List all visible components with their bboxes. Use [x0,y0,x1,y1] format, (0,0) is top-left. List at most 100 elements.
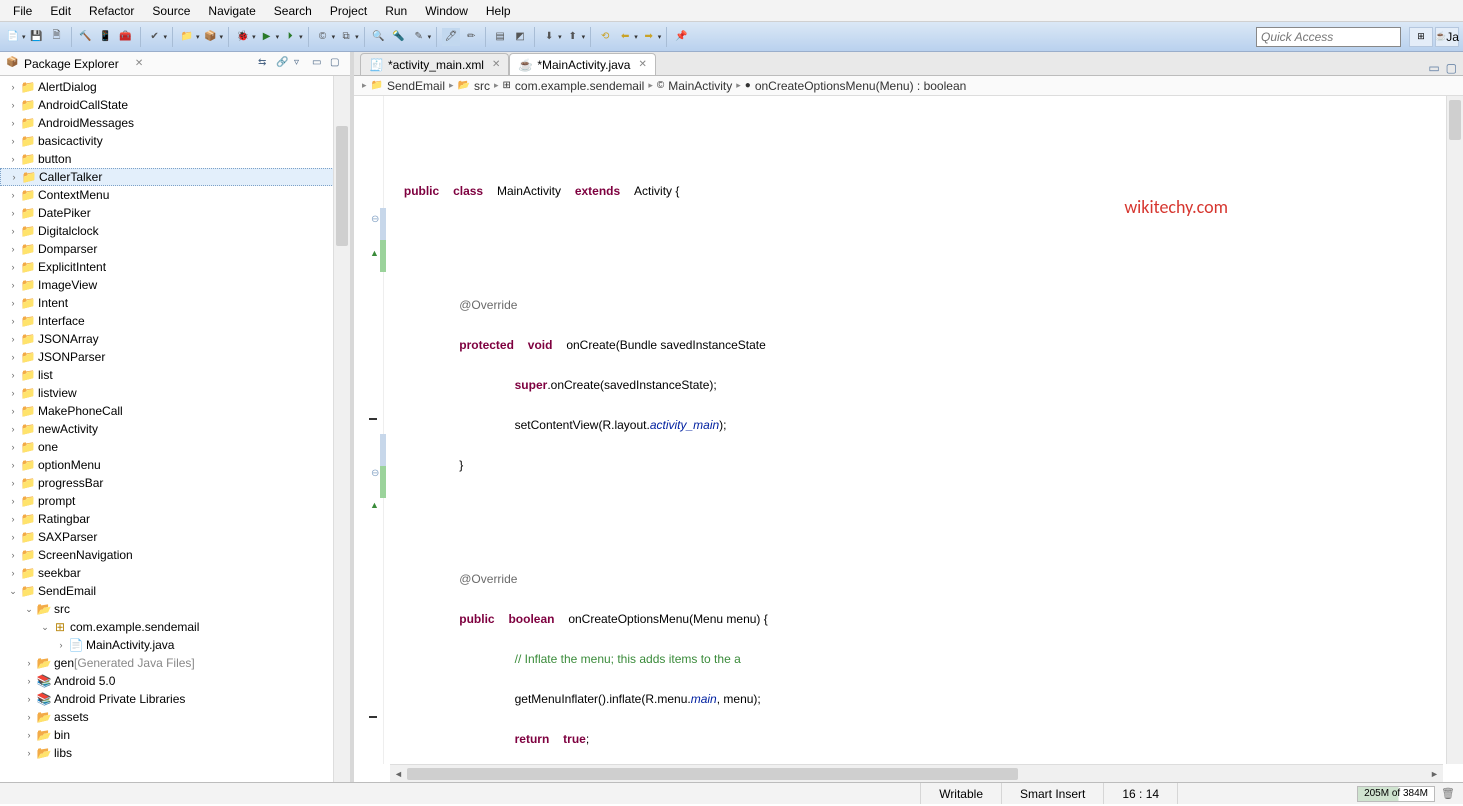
tree-twistie-icon[interactable]: › [22,712,36,722]
tree-twistie-icon[interactable]: › [6,550,20,560]
back-icon[interactable]: ⬅ [616,28,634,46]
tree-twistie-icon[interactable]: › [6,460,20,470]
fold-icon[interactable]: ⊖ [371,468,379,479]
editor-hscroll[interactable]: ◄ ► [390,764,1443,782]
quick-access-input[interactable] [1256,27,1401,47]
tree-item[interactable]: ›📁Interface [0,312,350,330]
tree-item[interactable]: ›📂bin [0,726,350,744]
minimize-icon[interactable]: ▭ [312,57,326,71]
tree-twistie-icon[interactable]: › [22,676,36,686]
tree-item[interactable]: ›📁basicactivity [0,132,350,150]
tree-item[interactable]: ›📁Domparser [0,240,350,258]
gc-icon[interactable]: 🗑 [1441,787,1457,800]
sdk-icon[interactable]: 📱 [97,28,115,46]
breadcrumb-item[interactable]: SendEmail [387,79,445,93]
debug-icon[interactable]: 🐞 [234,28,252,46]
tree-twistie-icon[interactable]: ⌄ [38,622,52,633]
tree-twistie-icon[interactable]: › [6,388,20,398]
minimize-editor-icon[interactable]: ▭ [1428,61,1439,75]
code-body[interactable]: public class MainActivity extends Activi… [390,96,1443,764]
breadcrumb-item[interactable]: MainActivity [668,79,732,93]
toggle-mark-icon[interactable]: 🖊 [442,28,460,46]
run-last-icon[interactable]: ⏵ [281,28,299,46]
tree-item[interactable]: ›📂assets [0,708,350,726]
new-plugin-icon[interactable]: ⧉ [337,28,355,46]
project-tree[interactable]: ›📁AlertDialog›📁AndroidCallState›📁Android… [0,76,350,782]
tree-twistie-icon[interactable]: › [22,694,36,704]
tree-twistie-icon[interactable]: › [6,244,20,254]
prev-ann-icon[interactable]: ⬆ [564,28,582,46]
maximize-icon[interactable]: ▢ [330,57,344,71]
tree-twistie-icon[interactable]: › [7,172,21,182]
tree-item[interactable]: ›📄MainActivity.java [0,636,350,654]
search-icon[interactable]: 🔦 [390,28,408,46]
scroll-right-icon[interactable]: ► [1426,766,1443,782]
close-view-icon[interactable]: ✕ [135,58,143,69]
tree-twistie-icon[interactable]: › [22,730,36,740]
tree-item[interactable]: ›📁Intent [0,294,350,312]
tree-item[interactable]: ›📁JSONParser [0,348,350,366]
tree-twistie-icon[interactable]: › [6,226,20,236]
tree-item[interactable]: ›📁ContextMenu [0,186,350,204]
menu-source[interactable]: Source [143,2,199,20]
tree-twistie-icon[interactable]: › [6,424,20,434]
menu-refactor[interactable]: Refactor [80,2,143,20]
run-icon[interactable]: ▶ [258,28,276,46]
tree-item[interactable]: ›📁ImageView [0,276,350,294]
tree-item[interactable]: ›📁prompt [0,492,350,510]
menu-project[interactable]: Project [321,2,376,20]
new-class-icon[interactable]: © [314,28,332,46]
breadcrumb-bar[interactable]: ▸📁 SendEmail▸📂 src▸⊞ com.example.sendema… [354,76,1463,96]
tree-item[interactable]: ⌄📂src [0,600,350,618]
scroll-left-icon[interactable]: ◄ [390,766,407,782]
build-icon[interactable]: 🔨 [77,28,95,46]
tree-twistie-icon[interactable]: › [22,658,36,668]
tree-item[interactable]: ›📁ExplicitIntent [0,258,350,276]
tree-item[interactable]: ›📁Digitalclock [0,222,350,240]
tree-item[interactable]: ›📁progressBar [0,474,350,492]
menu-search[interactable]: Search [265,2,321,20]
tree-item[interactable]: ⌄📁SendEmail [0,582,350,600]
tree-twistie-icon[interactable]: › [6,514,20,524]
tree-twistie-icon[interactable]: › [6,352,20,362]
menu-edit[interactable]: Edit [41,2,80,20]
tree-item[interactable]: ›📁Ratingbar [0,510,350,528]
tree-item[interactable]: ›📂libs [0,744,350,762]
tree-item[interactable]: ›📁AndroidMessages [0,114,350,132]
tree-item[interactable]: ›📁AlertDialog [0,78,350,96]
maximize-editor-icon[interactable]: ▢ [1446,61,1457,75]
tree-twistie-icon[interactable]: › [6,334,20,344]
tree-item[interactable]: ⌄⊞com.example.sendemail [0,618,350,636]
tree-item[interactable]: ›📚Android 5.0 [0,672,350,690]
menu-help[interactable]: Help [477,2,520,20]
tree-item[interactable]: ›📁listview [0,384,350,402]
tree-item[interactable]: ›📁MakePhoneCall [0,402,350,420]
breadcrumb-item[interactable]: com.example.sendemail [515,79,644,93]
menu-window[interactable]: Window [416,2,477,20]
show-whitespace-icon[interactable]: ▤ [491,28,509,46]
close-tab-icon[interactable]: ✕ [638,59,646,70]
save-all-icon[interactable]: 🗎 [48,28,66,46]
forward-icon[interactable]: ➡ [640,28,658,46]
tree-twistie-icon[interactable]: ⌄ [6,586,20,597]
tree-twistie-icon[interactable]: › [6,496,20,506]
collapse-all-icon[interactable]: ⇆ [258,57,272,71]
tree-item[interactable]: ›📚Android Private Libraries [0,690,350,708]
tree-twistie-icon[interactable]: › [6,118,20,128]
tree-twistie-icon[interactable]: › [6,82,20,92]
tree-item[interactable]: ›📁seekbar [0,564,350,582]
editor-vscroll[interactable] [1446,96,1463,764]
editor-tab[interactable]: 🧾*activity_main.xml✕ [360,53,509,75]
tree-item[interactable]: ›📁CallerTalker [0,168,350,186]
tree-item[interactable]: ›📁JSONArray [0,330,350,348]
pin-icon[interactable]: 📌 [672,28,690,46]
code-editor[interactable]: ⊖ ▲ ⊖ ▲ wikitechy.com public class MainA… [354,96,1463,782]
tree-item[interactable]: ›📁one [0,438,350,456]
tree-twistie-icon[interactable]: › [6,154,20,164]
new-project-icon[interactable]: 📁 [178,28,196,46]
tree-scrollbar[interactable] [333,76,350,782]
tree-item[interactable]: ›📁list [0,366,350,384]
tree-twistie-icon[interactable]: › [6,100,20,110]
tree-twistie-icon[interactable]: › [6,136,20,146]
new-package-icon[interactable]: 📦 [202,28,220,46]
